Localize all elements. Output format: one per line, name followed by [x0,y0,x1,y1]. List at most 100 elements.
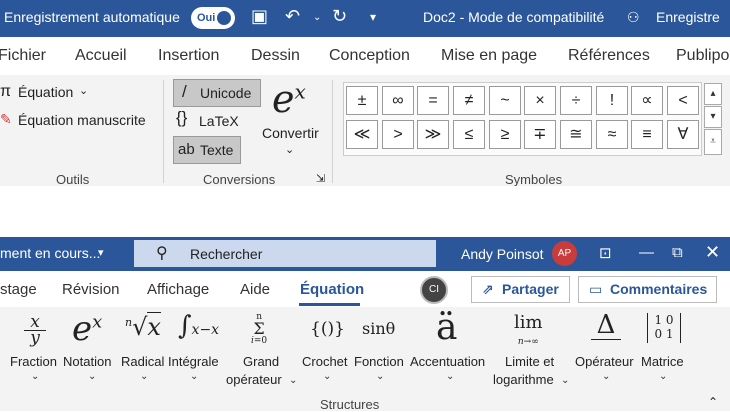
symbol-button[interactable]: = [417,86,449,115]
tab-publipostage[interactable]: stage [0,281,37,298]
symbol-button[interactable]: ≈ [596,120,628,149]
large-operator-icon[interactable]: n Σi=0 [251,313,267,346]
limit-label-2[interactable]: logarithme [493,372,554,387]
symbol-button[interactable]: ! [596,86,628,115]
fraction-icon[interactable]: xy [24,314,46,347]
symbol-button[interactable]: ≪ [346,120,378,149]
minimize-icon[interactable]: — [639,244,654,261]
large-operator-dropdown-icon[interactable]: ⌄ [289,375,297,386]
avatar[interactable]: AP [552,241,577,266]
symbol-button[interactable]: > [382,120,414,149]
undo-icon[interactable]: ↶ [285,6,300,27]
radical-icon[interactable]: n√x [125,312,161,341]
comments-button[interactable]: ▭ Commentaires [578,276,717,303]
status-dropdown-icon[interactable]: ▾ [98,246,104,259]
convert-button[interactable]: Convertir [262,125,319,141]
gallery-more-icon[interactable]: ⩡ [704,129,722,155]
equation-dropdown-icon[interactable]: ⌄ [79,84,88,97]
bracket-icon[interactable]: {()} [310,319,345,339]
matrix-icon[interactable]: 1 00 1 [647,313,681,343]
operator-label[interactable]: Opérateur [575,354,634,369]
redo-icon[interactable]: ↻ [332,6,347,27]
integral-label[interactable]: Intégrale [168,354,219,369]
coauthor-avatar[interactable]: CI [420,276,448,304]
tab-revision[interactable]: Révision [62,281,120,298]
symbol-button[interactable]: ± [346,86,378,115]
function-icon[interactable]: sinθ [362,319,395,338]
symbol-button[interactable]: ≫ [417,120,449,149]
large-operator-label-2[interactable]: opérateur [226,372,282,387]
script-dropdown-icon[interactable]: ⌄ [88,371,96,382]
latex-button[interactable]: LaTeX [199,113,239,129]
ribbon-display-icon[interactable]: ⊡ [599,244,612,262]
tab-equation[interactable]: Équation [300,281,364,298]
close-icon[interactable]: ✕ [705,242,720,263]
tab-affichage[interactable]: Affichage [147,281,209,298]
convert-icon[interactable]: ex [272,77,306,121]
accent-label[interactable]: Accentuation [410,354,485,369]
fraction-dropdown-icon[interactable]: ⌄ [31,371,39,382]
undo-dropdown-icon[interactable]: ⌄ [313,12,321,23]
matrix-dropdown-icon[interactable]: ⌄ [659,371,667,382]
tab-accueil[interactable]: Accueil [75,47,127,65]
tab-dessin[interactable]: Dessin [251,47,300,65]
function-label[interactable]: Fonction [354,354,404,369]
tab-insertion[interactable]: Insertion [158,47,219,65]
tab-conception[interactable]: Conception [329,47,410,65]
symbol-button[interactable]: ∓ [524,120,556,149]
integral-icon[interactable]: ∫x−x [178,311,219,341]
restore-icon[interactable]: ⧉ [672,244,683,261]
tab-references[interactable]: Références [568,47,650,65]
bracket-dropdown-icon[interactable]: ⌄ [323,371,331,382]
symbol-button[interactable]: ∞ [382,86,414,115]
limit-label-1[interactable]: Limite et [505,354,554,369]
script-icon[interactable]: ex [72,309,102,349]
radical-dropdown-icon[interactable]: ⌄ [140,371,148,382]
tab-fichier[interactable]: Fichier [0,47,46,65]
symbol-button[interactable]: ≥ [489,120,521,149]
fraction-label[interactable]: Fraction [10,354,57,369]
symbol-button[interactable]: ≤ [453,120,485,149]
save-icon[interactable]: ▣ [251,6,268,27]
integral-dropdown-icon[interactable]: ⌄ [190,371,198,382]
symbol-button[interactable]: ≠ [453,86,485,115]
convert-dropdown-icon[interactable]: ⌄ [285,143,294,156]
coauthor-icon[interactable]: ⚇ [627,9,640,26]
symbol-button[interactable]: ~ [489,86,521,115]
unicode-button[interactable]: / Unicode [173,79,261,107]
operator-icon[interactable]: Δ [591,311,621,340]
customize-qat-icon[interactable]: ▾ [370,10,376,24]
gallery-scroll-up-icon[interactable]: ▴ [704,83,722,105]
equation-button[interactable]: Équation [18,84,73,100]
bracket-label[interactable]: Crochet [302,354,348,369]
limit-icon[interactable]: lim n→∞ [514,314,543,350]
limit-dropdown-icon[interactable]: ⌄ [561,375,569,386]
gallery-scroll-down-icon[interactable]: ▾ [704,106,722,128]
symbol-button[interactable]: < [667,86,699,115]
function-dropdown-icon[interactable]: ⌄ [376,371,384,382]
autosave-toggle[interactable]: Oui [191,7,235,29]
tab-publipostage[interactable]: Publipo [676,47,729,65]
text-button[interactable]: ab Texte [173,136,241,164]
dialog-launcher-icon[interactable]: ⇲ [316,172,325,185]
collapse-ribbon-icon[interactable]: ⌃ [708,395,718,409]
ink-equation-button[interactable]: Équation manuscrite [18,112,146,128]
symbol-button[interactable]: ≡ [631,120,663,149]
large-operator-label-1[interactable]: Grand [243,354,279,369]
symbol-button[interactable]: ∀ [667,120,699,149]
matrix-label[interactable]: Matrice [641,354,684,369]
symbol-button[interactable]: × [524,86,556,115]
accent-icon[interactable]: ä [436,307,457,348]
tab-aide[interactable]: Aide [240,281,270,298]
tab-mise-en-page[interactable]: Mise en page [441,47,537,65]
operator-dropdown-icon[interactable]: ⌄ [602,371,610,382]
symbol-button[interactable]: ÷ [560,86,592,115]
accent-dropdown-icon[interactable]: ⌄ [446,371,454,382]
share-button[interactable]: ⇗ Partager [471,276,570,303]
search-box[interactable]: ⚲ Rechercher [134,240,436,267]
symbol-button[interactable]: ≅ [560,120,592,149]
script-label[interactable]: Notation [63,354,111,369]
radical-label[interactable]: Radical [121,354,164,369]
symbol-button[interactable]: ∝ [631,86,663,115]
user-name[interactable]: Andy Poinsot [461,246,544,262]
